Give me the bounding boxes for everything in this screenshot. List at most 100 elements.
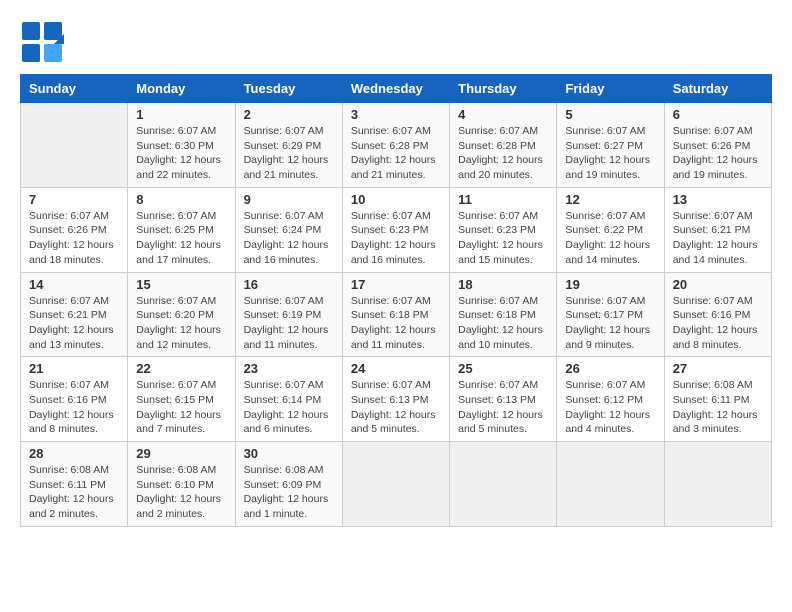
weekday-header-thursday: Thursday <box>450 75 557 103</box>
day-number: 26 <box>565 361 655 376</box>
day-info: Sunrise: 6:07 AMSunset: 6:25 PMDaylight:… <box>136 209 226 268</box>
calendar-cell: 7 Sunrise: 6:07 AMSunset: 6:26 PMDaylight… <box>21 187 128 272</box>
day-info-line: Sunrise: 6:07 AM <box>136 378 226 393</box>
day-info-line: Daylight: 12 hours <box>458 408 548 423</box>
calendar-cell: 17Sunrise: 6:07 AMSunset: 6:18 PMDayligh… <box>342 272 449 357</box>
day-number: 3 <box>351 107 441 122</box>
calendar-cell: 23Sunrise: 6:07 AMSunset: 6:14 PMDayligh… <box>235 357 342 442</box>
day-info-line: Daylight: 12 hours <box>565 238 655 253</box>
calendar-week-4: 21Sunrise: 6:07 AMSunset: 6:16 PMDayligh… <box>21 357 772 442</box>
calendar-cell: 1Sunrise: 6:07 AMSunset: 6:30 PMDaylight… <box>128 103 235 188</box>
day-info-line: Daylight: 12 hours <box>351 238 441 253</box>
day-number: 5 <box>565 107 655 122</box>
calendar-week-1: 1Sunrise: 6:07 AMSunset: 6:30 PMDaylight… <box>21 103 772 188</box>
calendar-week-3: 14Sunrise: 6:07 AMSunset: 6:21 PMDayligh… <box>21 272 772 357</box>
day-info-line: Sunset: 6:30 PM <box>136 139 226 154</box>
calendar-cell: 16Sunrise: 6:07 AMSunset: 6:19 PMDayligh… <box>235 272 342 357</box>
day-info-line: Sunrise: 6:08 AM <box>136 463 226 478</box>
day-info: Sunrise: 6:07 AMSunset: 6:22 PMDaylight:… <box>565 209 655 268</box>
day-info: Sunrise: 6:07 AMSunset: 6:16 PMDaylight:… <box>29 378 119 437</box>
day-info-line: and 14 minutes. <box>565 253 655 268</box>
day-number: 7 <box>29 192 119 207</box>
day-info-line: Sunset: 6:25 PM <box>136 223 226 238</box>
day-number: 14 <box>29 277 119 292</box>
day-info-line: Daylight: 12 hours <box>565 323 655 338</box>
day-number: 12 <box>565 192 655 207</box>
day-number: 29 <box>136 446 226 461</box>
day-info: Sunrise: 6:07 AMSunset: 6:17 PMDaylight:… <box>565 294 655 353</box>
day-info-line: Daylight: 12 hours <box>458 323 548 338</box>
day-number: 24 <box>351 361 441 376</box>
day-info: Sunrise: 6:08 AMSunset: 6:10 PMDaylight:… <box>136 463 226 522</box>
calendar-cell: 11Sunrise: 6:07 AMSunset: 6:23 PMDayligh… <box>450 187 557 272</box>
day-info-line: Sunrise: 6:07 AM <box>458 378 548 393</box>
day-info-line: Sunrise: 6:07 AM <box>136 294 226 309</box>
weekday-header-tuesday: Tuesday <box>235 75 342 103</box>
calendar-cell: 2Sunrise: 6:07 AMSunset: 6:29 PMDaylight… <box>235 103 342 188</box>
calendar-cell: 3 Sunrise: 6:07 AMSunset: 6:28 PMDaylight… <box>342 103 449 188</box>
day-info-line: and 4 minutes. <box>565 422 655 437</box>
day-info-line: Sunrise: 6:07 AM <box>565 209 655 224</box>
calendar-cell <box>21 103 128 188</box>
calendar-cell: 14Sunrise: 6:07 AMSunset: 6:21 PMDayligh… <box>21 272 128 357</box>
day-info: Sunrise: 6:07 AMSunset: 6:28 PMDaylight:… <box>351 124 441 183</box>
day-info-line: and 1 minute. <box>244 507 334 522</box>
day-info-line: and 20 minutes. <box>458 168 548 183</box>
day-info-line: and 8 minutes. <box>673 338 763 353</box>
day-info-line: Sunset: 6:13 PM <box>458 393 548 408</box>
day-info-line: Daylight: 12 hours <box>673 323 763 338</box>
calendar-cell: 15Sunrise: 6:07 AMSunset: 6:20 PMDayligh… <box>128 272 235 357</box>
day-info-line: and 13 minutes. <box>29 338 119 353</box>
day-info: Sunrise: 6:07 AMSunset: 6:21 PMDaylight:… <box>673 209 763 268</box>
day-info-line: Sunrise: 6:07 AM <box>244 378 334 393</box>
day-info-line: and 17 minutes. <box>136 253 226 268</box>
day-info-line: Sunrise: 6:07 AM <box>565 124 655 139</box>
calendar-cell: 19Sunrise: 6:07 AMSunset: 6:17 PMDayligh… <box>557 272 664 357</box>
day-info-line: Sunrise: 6:07 AM <box>136 124 226 139</box>
weekday-header-sunday: Sunday <box>21 75 128 103</box>
calendar-cell: 27Sunrise: 6:08 AMSunset: 6:11 PMDayligh… <box>664 357 771 442</box>
weekday-header-friday: Friday <box>557 75 664 103</box>
day-info-line: Sunset: 6:29 PM <box>244 139 334 154</box>
day-info-line: and 16 minutes. <box>244 253 334 268</box>
day-info: Sunrise: 6:07 AMSunset: 6:30 PMDaylight:… <box>136 124 226 183</box>
calendar-cell: 12 Sunrise: 6:07 AMSunset: 6:22 PMDayligh… <box>557 187 664 272</box>
day-info-line: Sunset: 6:10 PM <box>136 478 226 493</box>
calendar-week-2: 7Sunrise: 6:07 AMSunset: 6:26 PMDaylight… <box>21 187 772 272</box>
day-number: 4 <box>458 107 548 122</box>
page-header <box>20 20 772 64</box>
day-info-line: Sunset: 6:28 PM <box>458 139 548 154</box>
day-info-line: Sunset: 6:26 PM <box>29 223 119 238</box>
day-info: Sunrise: 6:08 AMSunset: 6:09 PMDaylight:… <box>244 463 334 522</box>
day-info: Sunrise: 6:07 AMSunset: 6:13 PMDaylight:… <box>458 378 548 437</box>
day-info-line: Sunset: 6:09 PM <box>244 478 334 493</box>
calendar-cell: 30Sunrise: 6:08 AMSunset: 6:09 PMDayligh… <box>235 442 342 527</box>
day-info-line: Sunset: 6:24 PM <box>244 223 334 238</box>
day-number: 11 <box>458 192 548 207</box>
day-info-line: Sunrise: 6:07 AM <box>351 209 441 224</box>
day-info-line: Sunset: 6:16 PM <box>29 393 119 408</box>
day-number: 2 <box>244 107 334 122</box>
day-number: 18 <box>458 277 548 292</box>
calendar-cell: 24Sunrise: 6:07 AMSunset: 6:13 PMDayligh… <box>342 357 449 442</box>
day-info-line: Sunrise: 6:08 AM <box>673 378 763 393</box>
day-info-line: and 5 minutes. <box>458 422 548 437</box>
day-info-line: and 9 minutes. <box>565 338 655 353</box>
day-info: Sunrise: 6:07 AMSunset: 6:26 PMDaylight:… <box>673 124 763 183</box>
day-info-line: Daylight: 12 hours <box>244 153 334 168</box>
day-info-line: Sunrise: 6:07 AM <box>244 209 334 224</box>
day-info-line: Daylight: 12 hours <box>136 408 226 423</box>
day-info-line: Sunset: 6:28 PM <box>351 139 441 154</box>
calendar-cell: 29 Sunrise: 6:08 AMSunset: 6:10 PMDayligh… <box>128 442 235 527</box>
day-info-line: and 19 minutes. <box>673 168 763 183</box>
day-info-line: Sunrise: 6:07 AM <box>673 124 763 139</box>
day-number: 15 <box>136 277 226 292</box>
day-info-line: Daylight: 12 hours <box>244 408 334 423</box>
day-info-line: and 8 minutes. <box>29 422 119 437</box>
day-info-line: Sunrise: 6:07 AM <box>458 124 548 139</box>
calendar-cell <box>450 442 557 527</box>
day-info-line: Sunset: 6:14 PM <box>244 393 334 408</box>
calendar-cell: 22Sunrise: 6:07 AMSunset: 6:15 PMDayligh… <box>128 357 235 442</box>
calendar-cell: 5Sunrise: 6:07 AMSunset: 6:27 PMDaylight… <box>557 103 664 188</box>
day-info: Sunrise: 6:07 AMSunset: 6:26 PMDaylight:… <box>29 209 119 268</box>
